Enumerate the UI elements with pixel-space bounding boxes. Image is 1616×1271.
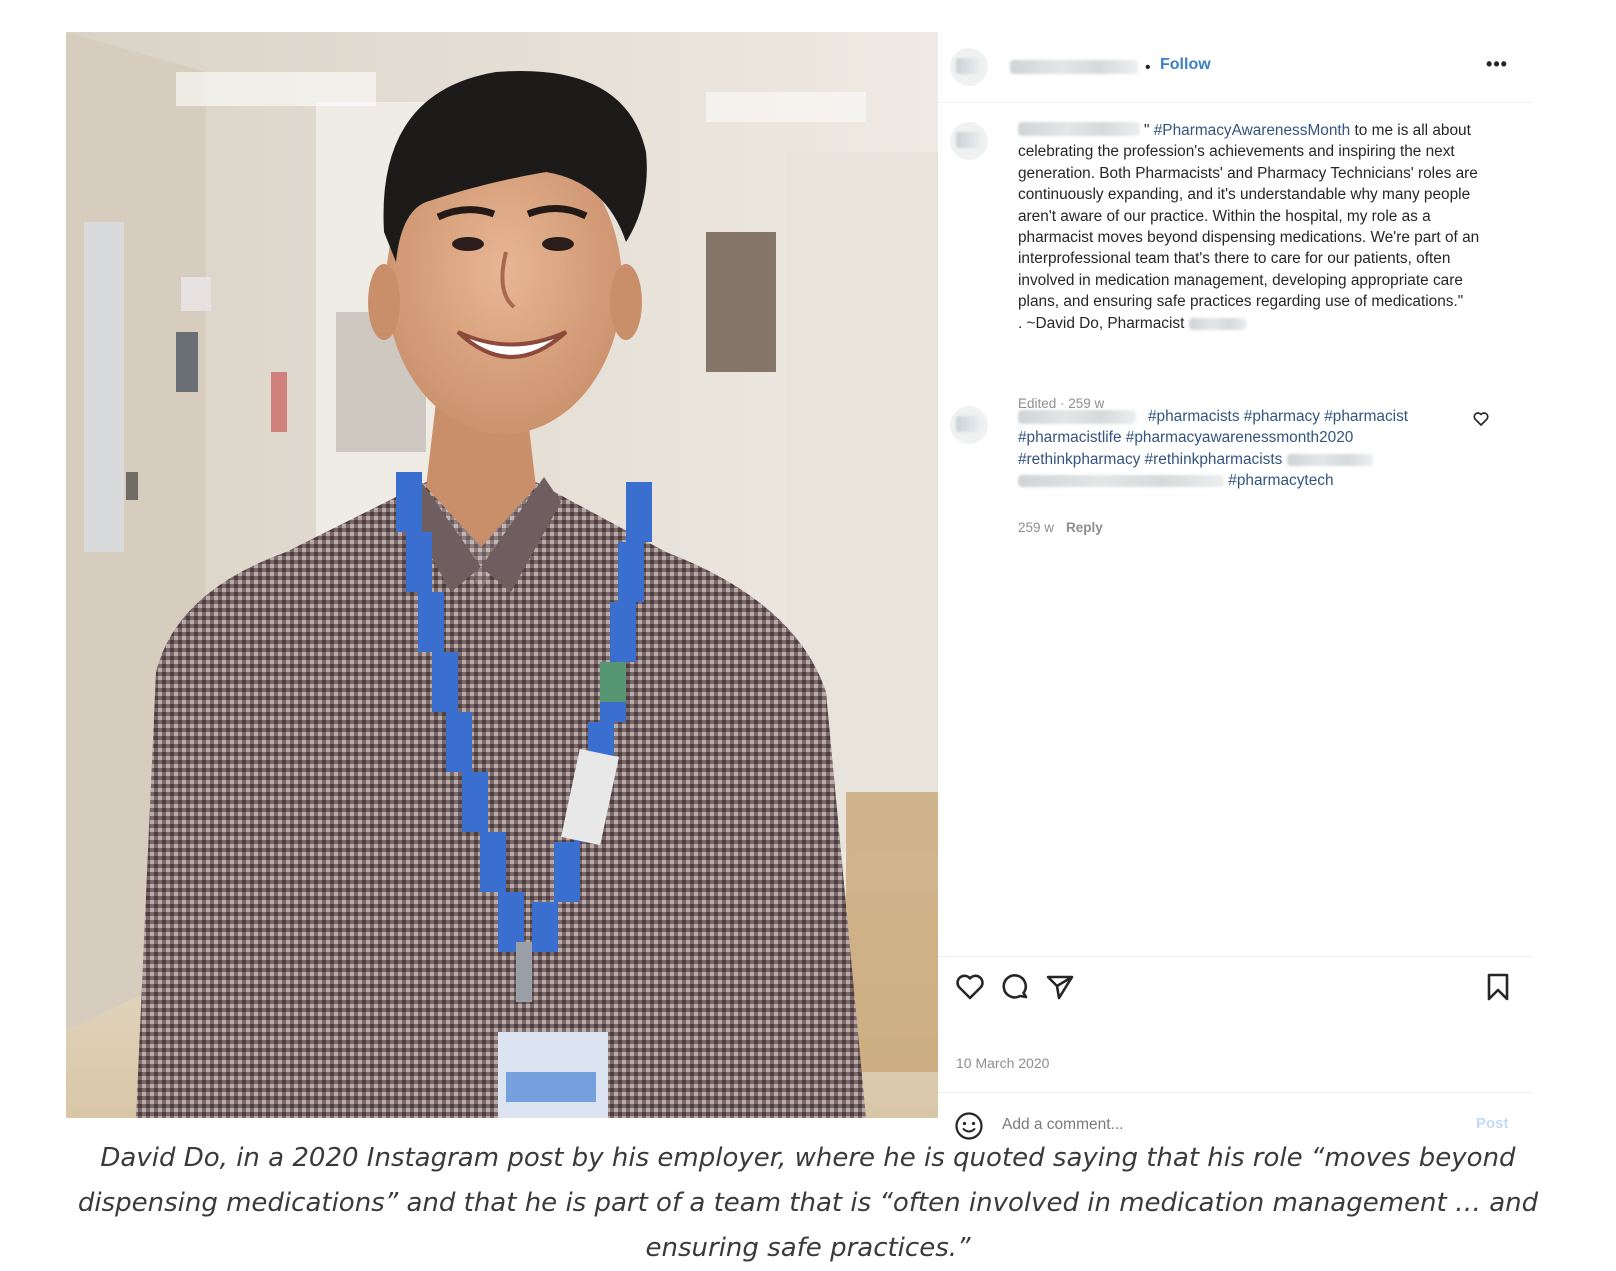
post-sidebar: • Follow ••• " #PharmacyAwarenessMonth t…	[938, 32, 1532, 1140]
post-photo	[66, 32, 938, 1118]
share-icon[interactable]	[1044, 971, 1076, 1003]
comment-avatar[interactable]	[950, 406, 988, 444]
reply-button[interactable]: Reply	[1066, 520, 1103, 535]
post-header: • Follow •••	[938, 32, 1532, 103]
account-avatar[interactable]	[950, 48, 988, 86]
heart-icon[interactable]	[954, 971, 986, 1003]
caption-hashtag-link[interactable]: #PharmacyAwarenessMonth	[1154, 122, 1350, 139]
header-separator: •	[1145, 59, 1151, 76]
instagram-embed: • Follow ••• " #PharmacyAwarenessMonth t…	[66, 32, 1532, 1140]
comment-hashtags-line2[interactable]: #pharmacistlife #pharmacyawarenessmonth2…	[1018, 429, 1353, 446]
comment-age: 259 w	[1018, 520, 1055, 535]
comment-hashtags-line3[interactable]: #rethinkpharmacy #rethinkpharmacists	[1018, 451, 1282, 468]
caption-body: to me is all about celebrating the profe…	[1018, 122, 1480, 311]
redacted-username	[1010, 60, 1138, 74]
post-date: 10 March 2020	[956, 1055, 1050, 1071]
comment-hashtags-line1[interactable]: #pharmacists #pharmacy #pharmacist	[1148, 408, 1408, 425]
pharmacist-portrait-image	[66, 32, 938, 1118]
caption-signature: . ~David Do, Pharmacist	[1018, 314, 1185, 332]
comment-meta: 259 w Reply	[1018, 520, 1103, 535]
comment-hashtags-line4[interactable]: #pharmacytech	[1228, 472, 1333, 489]
comment-icon[interactable]	[1000, 971, 1032, 1003]
follow-button[interactable]: Follow	[1160, 56, 1211, 74]
post-caption: " #PharmacyAwarenessMonth to me is all a…	[1018, 120, 1508, 334]
bookmark-icon[interactable]	[1482, 971, 1514, 1003]
article-photo-caption: David Do, in a 2020 Instagram post by hi…	[77, 1143, 1539, 1263]
add-comment-input[interactable]	[1002, 1111, 1442, 1139]
caption-avatar[interactable]	[950, 122, 988, 160]
comment-like-heart-icon[interactable]	[1472, 410, 1490, 428]
redacted-text	[1188, 317, 1247, 330]
redacted-text	[1286, 453, 1373, 466]
more-icon[interactable]: •••	[1483, 50, 1511, 78]
hashtag-comment: #pharmacists #pharmacy #pharmacist #phar…	[1018, 406, 1448, 492]
redacted-text	[1018, 475, 1224, 488]
post-comment-button[interactable]: Post	[1476, 1115, 1509, 1132]
caption-quote-open: "	[1144, 122, 1150, 139]
